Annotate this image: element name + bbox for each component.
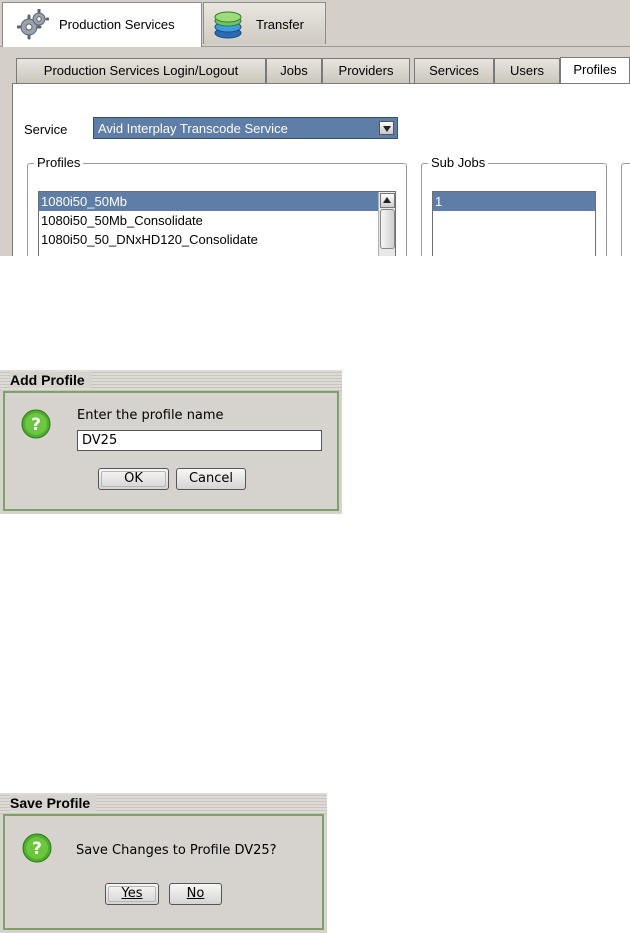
chevron-down-icon[interactable] xyxy=(379,121,394,135)
production-services-panel: Production Services Transfer Production … xyxy=(0,0,630,256)
tab-users[interactable]: Users xyxy=(494,58,560,83)
subtab-row: Production Services Login/Logout Jobs Pr… xyxy=(12,57,630,84)
dialog-title: Save Profile xyxy=(10,795,97,811)
profiles-group: Profiles 1080i50_50Mb 1080i50_50Mb_Conso… xyxy=(27,155,407,256)
dialog-body: ? Enter the profile name DV25 OK Cancel xyxy=(3,391,339,511)
tab-profiles[interactable]: Profiles xyxy=(560,57,630,84)
yes-button-label: Yes xyxy=(121,886,143,901)
question-icon: ? xyxy=(22,833,52,863)
tab-providers[interactable]: Providers xyxy=(322,58,410,83)
gear-cluster-icon xyxy=(17,9,49,40)
extra-group xyxy=(621,163,630,256)
scroll-up-icon[interactable] xyxy=(380,193,395,208)
add-profile-dialog: Add Profile ? Enter the profile name DV2… xyxy=(0,370,342,514)
subjobs-list[interactable]: 1 xyxy=(432,191,596,256)
profiles-scrollbar[interactable] xyxy=(378,192,395,256)
prompt-text: Enter the profile name xyxy=(77,408,224,423)
service-dropdown-value: Avid Interplay Transcode Service xyxy=(98,121,288,136)
dialog-title: Add Profile xyxy=(10,372,91,388)
scroll-thumb[interactable] xyxy=(380,209,395,249)
ok-button[interactable]: OK xyxy=(98,468,169,490)
cancel-button-label: Cancel xyxy=(188,471,234,486)
dialog-title-bar: Add Profile xyxy=(0,370,342,391)
save-message: Save Changes to Profile DV25? xyxy=(76,843,277,858)
list-item[interactable]: 1080i50_50Mb_Consolidate xyxy=(39,211,395,230)
subjobs-group-legend: Sub Jobs xyxy=(428,155,489,170)
transfer-stack-icon xyxy=(214,11,242,39)
cancel-button[interactable]: Cancel xyxy=(176,468,246,490)
save-profile-dialog: Save Profile ? Save Changes to Profile D… xyxy=(0,793,327,933)
service-label: Service xyxy=(24,122,68,137)
profile-name-field[interactable]: DV25 xyxy=(77,430,322,451)
svg-text:?: ? xyxy=(31,415,41,435)
tab-jobs[interactable]: Jobs xyxy=(266,58,322,83)
app-tab-bar: Production Services Transfer xyxy=(0,0,630,47)
dialog-title-bar: Save Profile xyxy=(0,793,327,814)
list-item[interactable]: 1080i50_50_DNxHD120_Consolidate xyxy=(39,230,395,249)
tab-transfer-label: Transfer xyxy=(256,17,304,32)
ok-button-label: OK xyxy=(124,471,143,486)
list-item[interactable]: 1080i50_50Mb xyxy=(39,192,395,211)
tab-login-logout[interactable]: Production Services Login/Logout xyxy=(16,58,266,83)
question-icon: ? xyxy=(21,409,51,439)
profiles-tab-content: Service Avid Interplay Transcode Service… xyxy=(12,83,630,256)
service-dropdown[interactable]: Avid Interplay Transcode Service xyxy=(93,117,398,139)
tab-transfer[interactable]: Transfer xyxy=(203,2,326,44)
profiles-group-legend: Profiles xyxy=(34,155,84,170)
list-item[interactable]: 1 xyxy=(433,192,595,211)
subjobs-group: Sub Jobs 1 xyxy=(421,155,607,256)
profiles-list[interactable]: 1080i50_50Mb 1080i50_50Mb_Consolidate 10… xyxy=(38,191,396,256)
no-button-label: No xyxy=(186,886,205,901)
no-button[interactable]: No xyxy=(169,883,222,905)
dialog-body: ? Save Changes to Profile DV25? Yes No xyxy=(3,814,324,930)
yes-button[interactable]: Yes xyxy=(105,883,159,905)
tab-services[interactable]: Services xyxy=(414,58,494,83)
tab-production-services[interactable]: Production Services xyxy=(2,2,202,47)
tab-production-services-label: Production Services xyxy=(59,17,175,32)
svg-text:?: ? xyxy=(32,839,42,859)
